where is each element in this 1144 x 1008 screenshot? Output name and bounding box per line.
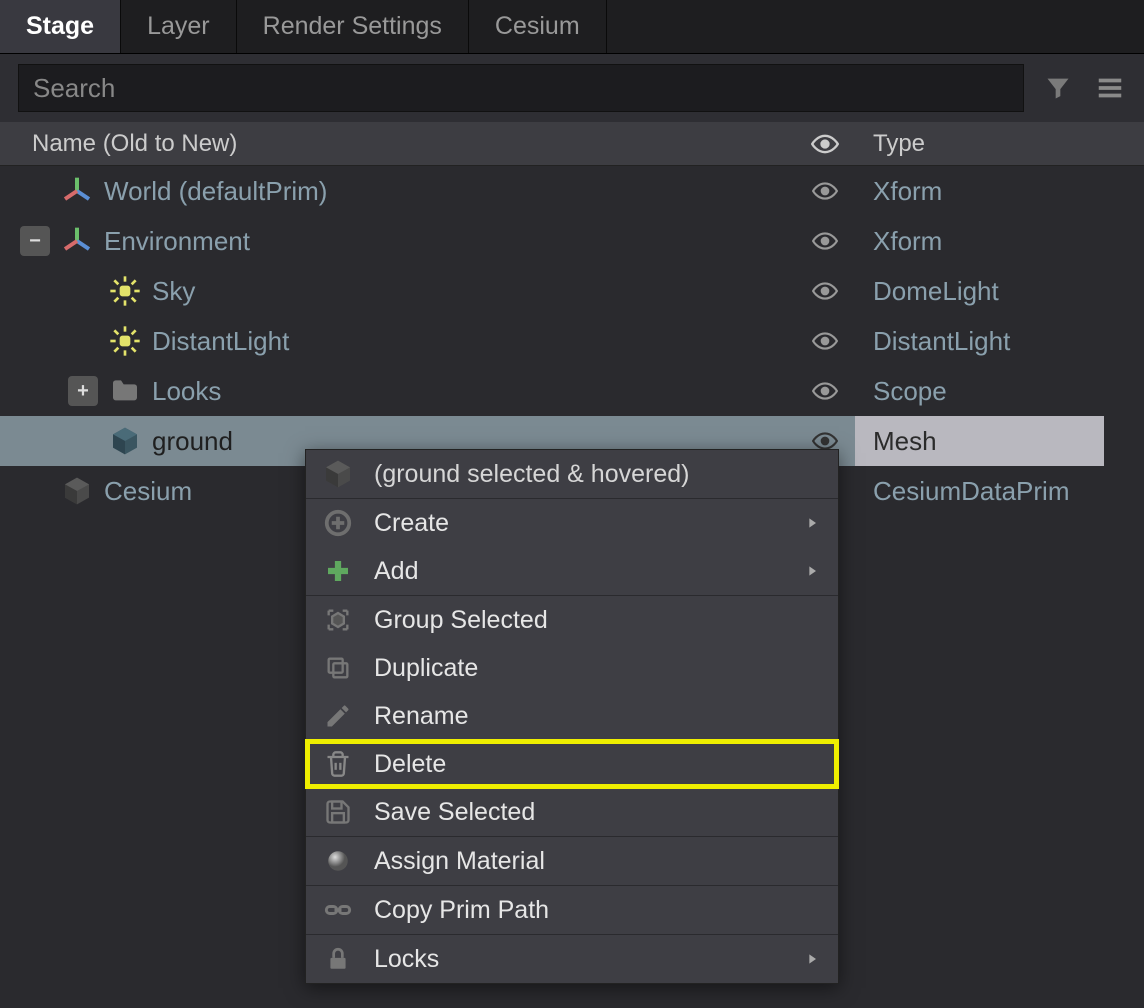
menu-create[interactable]: Create (306, 499, 838, 547)
tree-row-world[interactable]: World (defaultPrim) Xform (0, 166, 1144, 216)
menu-assign-material[interactable]: Assign Material (306, 837, 838, 885)
menu-delete[interactable]: Delete (306, 740, 838, 788)
tree-row-distantlight[interactable]: DistantLight DistantLight (0, 316, 1144, 366)
lock-icon (320, 941, 356, 977)
tab-stage[interactable]: Stage (0, 0, 121, 53)
context-menu: (ground selected & hovered) Create Add G… (305, 449, 839, 984)
type-cell: CesiumDataPrim (855, 466, 1104, 516)
expand-icon[interactable]: + (68, 376, 98, 406)
header-visibility[interactable] (795, 122, 855, 165)
search-placeholder: Search (33, 73, 115, 104)
chevron-right-icon (804, 515, 820, 531)
tree-label: ground (152, 426, 233, 457)
menu-locks[interactable]: Locks (306, 935, 838, 983)
tree-label: Cesium (104, 476, 192, 507)
menu-group-selected[interactable]: Group Selected (306, 596, 838, 644)
tab-render-settings[interactable]: Render Settings (237, 0, 469, 53)
tree-label: Sky (152, 276, 195, 307)
tree-row-sky[interactable]: Sky DomeLight (0, 266, 1144, 316)
visibility-toggle[interactable] (795, 316, 855, 366)
tabs: Stage Layer Render Settings Cesium (0, 0, 1144, 54)
trash-icon (320, 746, 356, 782)
filter-icon[interactable] (1040, 70, 1076, 106)
cube-icon (320, 456, 356, 492)
tree-label: Environment (104, 226, 250, 257)
type-cell: DomeLight (855, 266, 1104, 316)
tree-row-environment[interactable]: − Environment Xform (0, 216, 1144, 266)
type-cell: Mesh (855, 416, 1104, 466)
menu-rename[interactable]: Rename (306, 692, 838, 740)
plus-circle-icon (320, 505, 356, 541)
tree-header: Name (Old to New) Type (0, 122, 1144, 166)
light-icon (108, 324, 142, 358)
type-cell: DistantLight (855, 316, 1104, 366)
search-input[interactable]: Search (18, 64, 1024, 112)
chevron-right-icon (804, 563, 820, 579)
axis-icon (60, 224, 94, 258)
menu-copy-prim-path[interactable]: Copy Prim Path (306, 886, 838, 934)
tree-row-looks[interactable]: + Looks Scope (0, 366, 1144, 416)
type-cell: Xform (855, 166, 1104, 216)
duplicate-icon (320, 650, 356, 686)
menu-add[interactable]: Add (306, 547, 838, 595)
group-icon (320, 602, 356, 638)
visibility-toggle[interactable] (795, 266, 855, 316)
cube-icon (60, 474, 94, 508)
tab-cesium[interactable]: Cesium (469, 0, 607, 53)
cube-icon (108, 424, 142, 458)
tree-label: Looks (152, 376, 221, 407)
header-type[interactable]: Type (855, 122, 1144, 165)
tab-layer[interactable]: Layer (121, 0, 237, 53)
folder-icon (108, 374, 142, 408)
save-icon (320, 794, 356, 830)
plus-icon (320, 553, 356, 589)
chevron-right-icon (804, 951, 820, 967)
collapse-icon[interactable]: − (20, 226, 50, 256)
type-cell: Xform (855, 216, 1104, 266)
menu-icon[interactable] (1092, 70, 1128, 106)
toolbar: Search (0, 54, 1144, 122)
type-cell: Scope (855, 366, 1104, 416)
tree-label: DistantLight (152, 326, 289, 357)
light-icon (108, 274, 142, 308)
menu-duplicate[interactable]: Duplicate (306, 644, 838, 692)
visibility-toggle[interactable] (795, 166, 855, 216)
axis-icon (60, 174, 94, 208)
header-name[interactable]: Name (Old to New) (0, 122, 795, 165)
menu-save-selected[interactable]: Save Selected (306, 788, 838, 836)
visibility-toggle[interactable] (795, 216, 855, 266)
pencil-icon (320, 698, 356, 734)
context-menu-title: (ground selected & hovered) (306, 450, 838, 498)
visibility-toggle[interactable] (795, 366, 855, 416)
sphere-icon (320, 843, 356, 879)
link-icon (320, 892, 356, 928)
tree-label: World (defaultPrim) (104, 176, 327, 207)
